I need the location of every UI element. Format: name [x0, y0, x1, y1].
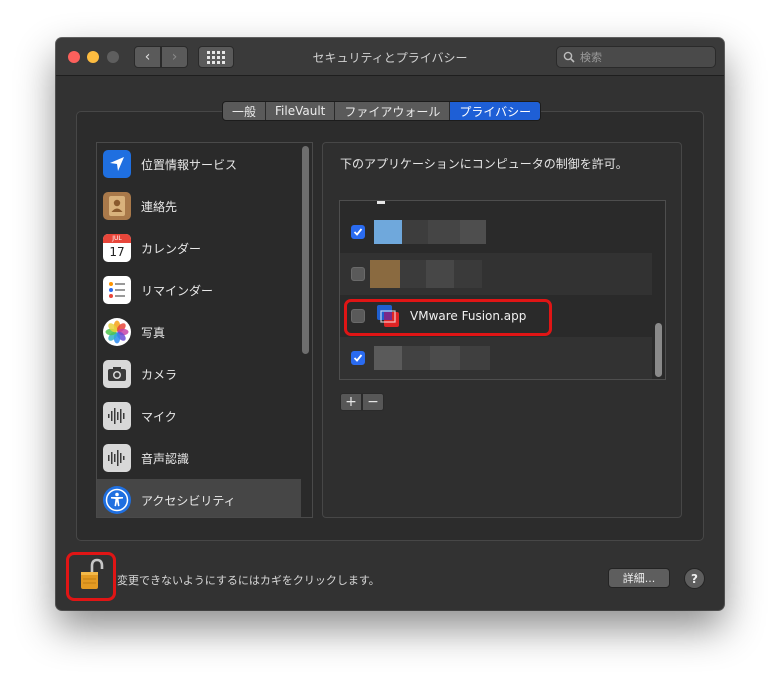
- app-icon-redacted: [370, 260, 400, 288]
- remove-app-button[interactable]: −: [362, 393, 384, 411]
- sidebar-scrollbar[interactable]: [302, 146, 309, 354]
- tab-bar: 一般 FileVault ファイアウォール プライバシー: [222, 101, 542, 121]
- details-button[interactable]: 詳細...: [608, 568, 670, 588]
- app-row[interactable]: [340, 253, 652, 295]
- app-icon-redacted: [374, 220, 402, 244]
- accessibility-icon: [103, 486, 131, 514]
- redacted-block: [454, 260, 482, 288]
- calendar-icon: JUL 17: [103, 234, 131, 262]
- app-checkbox[interactable]: [351, 267, 365, 281]
- search-field[interactable]: [556, 46, 716, 68]
- tab-filevault[interactable]: FileVault: [266, 102, 336, 120]
- app-row[interactable]: [340, 337, 652, 379]
- redacted-block: [460, 220, 486, 244]
- sidebar-item-location-services[interactable]: 位置情報サービス: [97, 143, 301, 185]
- sidebar-item-label: マイク: [141, 409, 177, 424]
- tab-firewall[interactable]: ファイアウォール: [335, 102, 451, 120]
- title-bar: ‹ › セキュリティとプライバシー: [56, 38, 724, 76]
- redacted-block: [428, 220, 460, 244]
- redacted-block: [460, 346, 490, 370]
- redacted-block: [400, 260, 426, 288]
- redacted-block: [430, 346, 460, 370]
- reminders-icon: [103, 276, 131, 304]
- sidebar-item-calendar[interactable]: JUL 17 カレンダー: [97, 227, 301, 269]
- sidebar-item-label: カメラ: [141, 367, 178, 382]
- sidebar-item-microphone[interactable]: マイク: [97, 395, 301, 437]
- photos-flower-icon: [103, 318, 131, 346]
- location-arrow-icon: [103, 150, 131, 178]
- add-app-button[interactable]: +: [340, 393, 362, 411]
- camera-icon: [103, 360, 131, 388]
- redacted-block: [402, 220, 428, 244]
- tab-general[interactable]: 一般: [223, 102, 267, 120]
- sidebar-item-label: アクセシビリティ: [141, 493, 236, 508]
- partial-app-icon: [377, 201, 385, 204]
- sidebar-item-photos[interactable]: 写真: [97, 311, 301, 353]
- sidebar-item-label: カレンダー: [141, 241, 202, 256]
- checkmark-icon: [353, 354, 363, 362]
- app-icon-redacted: [374, 346, 402, 370]
- app-list[interactable]: VMware Fusion.app: [339, 200, 666, 380]
- redacted-block: [402, 346, 430, 370]
- tab-privacy[interactable]: プライバシー: [450, 102, 541, 120]
- app-checkbox[interactable]: [351, 225, 365, 239]
- sidebar-item-speech-recognition[interactable]: 音声認識: [97, 437, 301, 479]
- sidebar-item-label: 連絡先: [141, 199, 178, 214]
- microphone-waveform-icon: [103, 402, 131, 430]
- preferences-window: ‹ › セキュリティとプライバシー 一般 FileVault ファイアウォール …: [56, 38, 724, 610]
- redacted-block: [426, 260, 454, 288]
- sidebar-item-label: リマインダー: [141, 283, 214, 298]
- sidebar-item-label: 写真: [141, 325, 166, 340]
- lock-hint-text: 変更できないようにするにはカギをクリックします。: [117, 574, 380, 587]
- sidebar-item-accessibility[interactable]: アクセシビリティ: [97, 479, 301, 517]
- help-button[interactable]: ?: [684, 568, 705, 589]
- sidebar-item-label: 音声認識: [141, 451, 190, 466]
- privacy-category-list[interactable]: 位置情報サービス 連絡先 JUL 17 カレンダー リマインダー 写真 カメラ …: [96, 142, 313, 518]
- panel-title: 下のアプリケーションにコンピュータの制御を許可。: [340, 157, 628, 171]
- highlight-annotation-vmware: [344, 299, 552, 336]
- search-icon: [563, 51, 575, 63]
- contacts-book-icon: [103, 192, 131, 220]
- unlocked-padlock-icon[interactable]: [78, 558, 104, 592]
- app-row[interactable]: [340, 211, 652, 253]
- checkmark-icon: [353, 228, 363, 236]
- search-input[interactable]: [580, 50, 710, 64]
- sidebar-item-reminders[interactable]: リマインダー: [97, 269, 301, 311]
- sidebar-item-contacts[interactable]: 連絡先: [97, 185, 301, 227]
- sidebar-item-camera[interactable]: カメラ: [97, 353, 301, 395]
- app-list-scrollbar[interactable]: [655, 323, 662, 377]
- sidebar-item-label: 位置情報サービス: [141, 157, 238, 172]
- speech-recognition-waveform-icon: [103, 444, 131, 472]
- app-checkbox[interactable]: [351, 351, 365, 365]
